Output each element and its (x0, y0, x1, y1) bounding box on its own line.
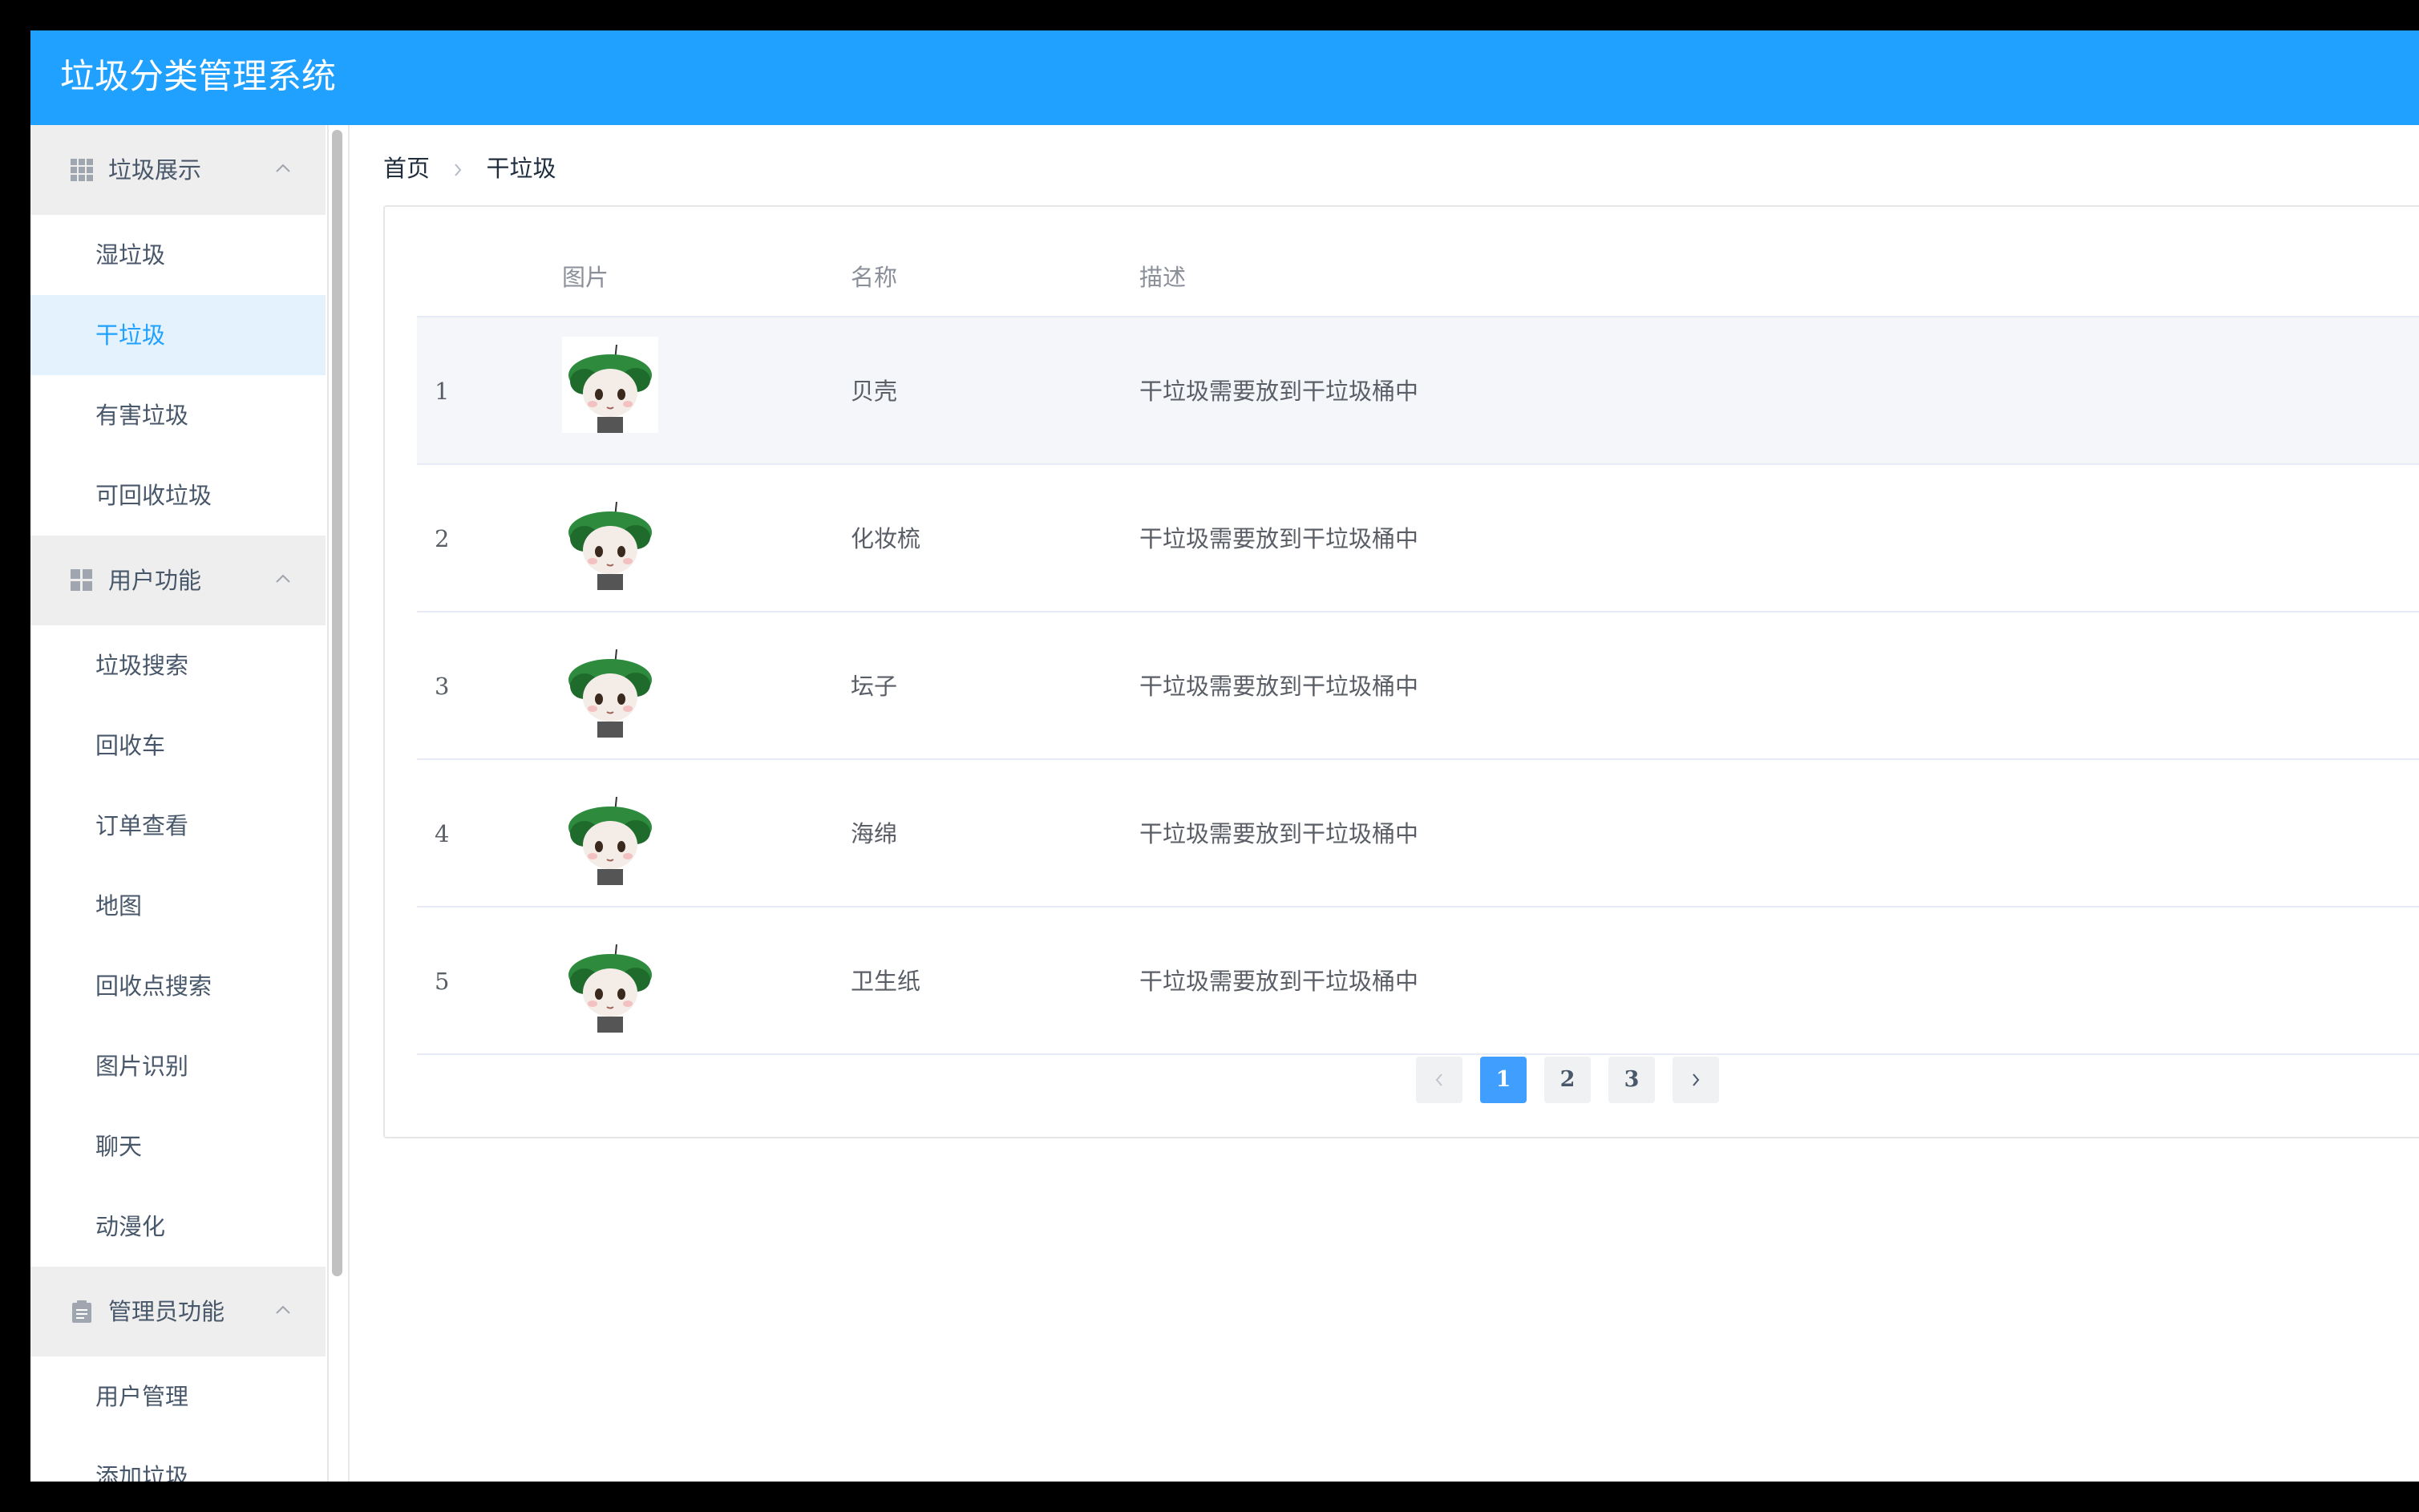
sidebar-item[interactable]: 垃圾搜索 (30, 625, 326, 705)
row-name: 贝壳 (851, 378, 898, 405)
trash-table: 图片 名称 描述 1 贝壳 干垃圾需要放到干垃圾桶中 2 化妆梳 干垃圾需要放到干垃圾桶中… (417, 239, 2419, 1055)
breadcrumb-current: 干垃圾 (486, 155, 556, 182)
sidebar-item[interactable]: 图片识别 (30, 1026, 326, 1106)
trash-thumbnail (562, 337, 658, 433)
sidebar-item[interactable]: 干垃圾 (30, 295, 326, 375)
page-button-1[interactable]: 1 (1480, 1057, 1527, 1103)
row-description: 干垃圾需要放到干垃圾桶中 (1139, 968, 1419, 995)
sidebar-item[interactable]: 地图 (30, 866, 326, 946)
row-name: 海绵 (851, 820, 898, 847)
sidebar: 垃圾展示湿垃圾 干垃圾 有害垃圾 可回收垃圾用户功能垃圾搜索 回收车 订单查看 地图 回收点搜… (30, 125, 329, 1482)
sidebar-item[interactable]: 聊天 (30, 1106, 326, 1187)
app-title: 垃圾分类管理系统 (60, 57, 336, 97)
breadcrumb-home[interactable]: 首页 (383, 155, 430, 182)
row-name: 卫生纸 (851, 968, 921, 995)
row-index: 5 (435, 968, 450, 995)
sidebar-divider (348, 125, 350, 1482)
menu-group-1[interactable]: 垃圾展示 (30, 125, 326, 215)
chevron-right-icon (1693, 1073, 1700, 1086)
row-index: 3 (435, 673, 450, 700)
table-header: 图片 名称 描述 (417, 239, 2419, 317)
trash-thumbnail (562, 494, 658, 590)
row-index: 2 (435, 525, 450, 552)
clipboard-icon (71, 1300, 93, 1323)
sidebar-item[interactable]: 回收车 (30, 705, 326, 786)
table-body: 1 贝壳 干垃圾需要放到干垃圾桶中 2 化妆梳 干垃圾需要放到干垃圾桶中 3 坛子 干垃圾需要放… (417, 317, 2419, 1055)
column-header-description: 描述 (1139, 264, 1187, 291)
table-row[interactable]: 1 贝壳 干垃圾需要放到干垃圾桶中 (417, 317, 2419, 465)
row-name: 化妆梳 (851, 525, 921, 552)
sidebar-item[interactable]: 用户管理 (30, 1356, 326, 1437)
sidebar-item[interactable]: 动漫化 (30, 1187, 326, 1267)
row-index: 1 (435, 378, 450, 405)
prev-page-button[interactable] (1416, 1057, 1462, 1103)
column-header-image: 图片 (562, 264, 609, 291)
page-button-2[interactable]: 2 (1544, 1057, 1591, 1103)
row-description: 干垃圾需要放到干垃圾桶中 (1139, 673, 1419, 700)
column-header-name: 名称 (851, 264, 898, 291)
apps-icon (71, 569, 93, 592)
menu-group-label: 用户功能 (108, 567, 202, 594)
row-description: 干垃圾需要放到干垃圾桶中 (1139, 378, 1419, 405)
sidebar-item[interactable]: 添加垃圾 (30, 1437, 326, 1482)
sidebar-item[interactable]: 湿垃圾 (30, 215, 326, 295)
trash-thumbnail (562, 936, 658, 1033)
menu-group-label: 垃圾展示 (108, 156, 202, 184)
sidebar-menu: 垃圾展示湿垃圾 干垃圾 有害垃圾 可回收垃圾用户功能垃圾搜索 回收车 订单查看 地图 回收点搜… (30, 125, 326, 1482)
app-window: 垃圾分类管理系统 垃圾展示 湿垃圾 干垃圾 有害垃圾 可回收垃圾 用户功能 垃圾搜索 回收车订… (30, 30, 2419, 1482)
next-page-button[interactable] (1673, 1057, 1719, 1103)
table-row[interactable]: 2 化妆梳 干垃圾需要放到干垃圾桶中 (417, 465, 2419, 612)
sidebar-item[interactable]: 可回收垃圾 (30, 455, 326, 536)
sidebar-item[interactable]: 回收点搜索 (30, 946, 326, 1026)
table-row[interactable]: 3 坛子 干垃圾需要放到干垃圾桶中 (417, 612, 2419, 760)
grid-icon (71, 159, 93, 181)
sidebar-item[interactable]: 订单查看 (30, 786, 326, 866)
menu-group-label: 管理员功能 (108, 1298, 225, 1325)
chevron-up-icon (274, 162, 292, 173)
table-card: 图片 名称 描述 1 贝壳 干垃圾需要放到干垃圾桶中 2 化妆梳 干垃圾需要放到干垃圾桶中… (383, 205, 2419, 1138)
app-header: 垃圾分类管理系统 (30, 30, 2419, 125)
trash-thumbnail (562, 641, 658, 738)
row-index: 4 (435, 820, 450, 847)
trash-thumbnail (562, 789, 658, 885)
chevron-up-icon (274, 1304, 292, 1315)
row-description: 干垃圾需要放到干垃圾桶中 (1139, 820, 1419, 847)
page-button-3[interactable]: 3 (1608, 1057, 1655, 1103)
table-row[interactable]: 5 卫生纸 干垃圾需要放到干垃圾桶中 (417, 908, 2419, 1055)
sidebar-scrollbar-thumb[interactable] (332, 130, 342, 1276)
row-name: 坛子 (851, 673, 898, 700)
chevron-right-icon (455, 164, 462, 176)
chevron-left-icon (1435, 1073, 1442, 1086)
table-row[interactable]: 4 海绵 干垃圾需要放到干垃圾桶中 (417, 760, 2419, 908)
chevron-up-icon (274, 572, 292, 584)
menu-group-2[interactable]: 用户功能 (30, 536, 326, 625)
breadcrumb: 首页 干垃圾 (383, 152, 556, 184)
sidebar-item[interactable]: 有害垃圾 (30, 375, 326, 455)
menu-group-3[interactable]: 管理员功能 (30, 1267, 326, 1356)
row-description: 干垃圾需要放到干垃圾桶中 (1139, 525, 1419, 552)
